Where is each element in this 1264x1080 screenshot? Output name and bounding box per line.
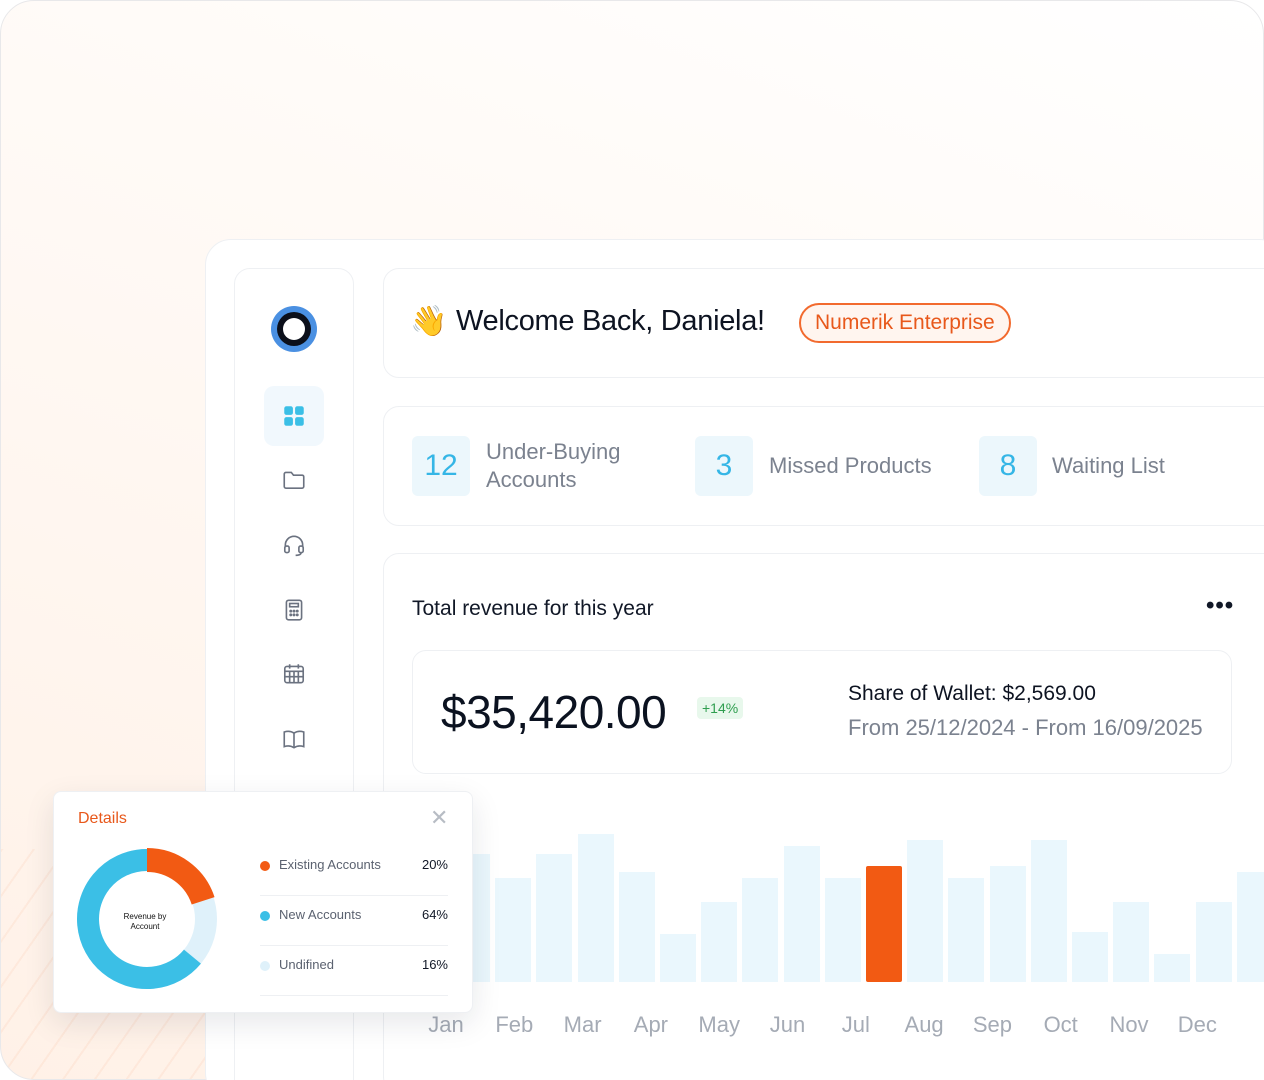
month-tick-label: May: [698, 1012, 740, 1037]
donut-center-label: Revenue by Account: [123, 912, 167, 931]
calculator-icon: [285, 599, 303, 621]
grid-icon: [284, 406, 304, 426]
date-period: From 25/12/2024 - From 16/09/2025: [848, 715, 1203, 740]
legend-name: Existing Accounts: [279, 857, 381, 872]
nav-folder[interactable]: [264, 450, 324, 510]
headset-icon: [283, 535, 305, 557]
chart-bar[interactable]: [1154, 954, 1191, 982]
chart-bar[interactable]: [907, 840, 944, 982]
chart-bar[interactable]: [660, 934, 696, 982]
chart-bar[interactable]: [866, 866, 902, 982]
legend-pct: 64%: [421, 907, 448, 922]
chart-bar[interactable]: [701, 902, 738, 982]
organization-badge[interactable]: Numerik Enterprise: [799, 303, 1011, 343]
chart-bar[interactable]: [577, 834, 614, 982]
chart-bar[interactable]: [1072, 932, 1108, 982]
close-icon[interactable]: ✕: [430, 807, 448, 829]
month-tick-label: Dec: [1177, 1012, 1217, 1037]
nav-book[interactable]: [264, 709, 324, 769]
stat-label-waiting-list: Waiting List: [1052, 453, 1165, 478]
chart-bar[interactable]: [1236, 872, 1264, 982]
chart-bar[interactable]: [824, 878, 861, 982]
legend-row: Undifined 16%: [260, 946, 448, 996]
chart-bar[interactable]: [989, 866, 1026, 982]
month-tick-label: Jul: [841, 1012, 870, 1037]
nav-calendar[interactable]: [264, 644, 324, 704]
revenue-title: Total revenue for this year: [412, 597, 654, 620]
revenue-delta-badge: +14%: [697, 697, 744, 719]
revenue-card: [383, 553, 1264, 1080]
stat-value-missed-products: 3: [695, 436, 753, 496]
chart-bar[interactable]: [948, 878, 985, 982]
details-title: Details: [78, 810, 127, 827]
legend-row: New Accounts 64%: [260, 896, 448, 946]
legend-name: New Accounts: [279, 907, 362, 922]
month-tick-label: Feb: [495, 1012, 534, 1037]
month-tick-label: Sep: [972, 1012, 1012, 1037]
month-tick-label: Apr: [633, 1012, 669, 1037]
stat-label-missed-products: Missed Products: [769, 453, 932, 478]
chart-bar[interactable]: [742, 878, 779, 982]
revenue-amount: $35,420.00: [441, 686, 667, 738]
legend-name: Undifined: [279, 957, 334, 972]
month-tick-label: Mar: [563, 1012, 602, 1037]
chart-bar[interactable]: [1030, 840, 1067, 982]
welcome-title: Welcome Back, Daniela!: [456, 305, 765, 337]
app-logo[interactable]: [271, 306, 317, 352]
chart-bar[interactable]: [618, 872, 655, 982]
calendar-icon: [283, 664, 305, 684]
stat-value-under-buying: 12: [412, 436, 470, 496]
nav-calculator[interactable]: [264, 580, 324, 640]
more-options-icon[interactable]: •••: [1206, 592, 1234, 620]
share-of-wallet: Share of Wallet: $2,569.00: [848, 682, 1096, 705]
chart-bar[interactable]: [495, 878, 532, 982]
month-tick-label: Aug: [904, 1012, 944, 1037]
month-tick-label: Jan: [428, 1012, 464, 1037]
nav-dashboard[interactable]: [264, 386, 324, 446]
folder-icon: [283, 471, 305, 489]
legend-dot: [260, 911, 270, 921]
stat-label-under-buying: Under-Buying Accounts: [486, 439, 621, 492]
stat-value-waiting-list: 8: [979, 436, 1037, 496]
legend-dot: [260, 861, 270, 871]
chart-bar[interactable]: [1195, 902, 1232, 982]
chart-bar[interactable]: [1113, 902, 1150, 982]
book-icon: [283, 730, 305, 749]
nav-support[interactable]: [264, 515, 324, 575]
legend-row: Existing Accounts 20%: [260, 846, 448, 896]
month-tick-label: Oct: [1043, 1012, 1078, 1037]
chart-bar[interactable]: [536, 854, 573, 982]
waving-hand-icon: 👋: [410, 305, 448, 338]
legend-dot: [260, 961, 270, 971]
month-tick-label: Nov: [1109, 1012, 1149, 1037]
legend-pct: 16%: [421, 957, 448, 972]
month-tick-label: Jun: [769, 1012, 806, 1037]
legend-pct: 20%: [421, 857, 448, 872]
chart-bar[interactable]: [783, 846, 820, 982]
